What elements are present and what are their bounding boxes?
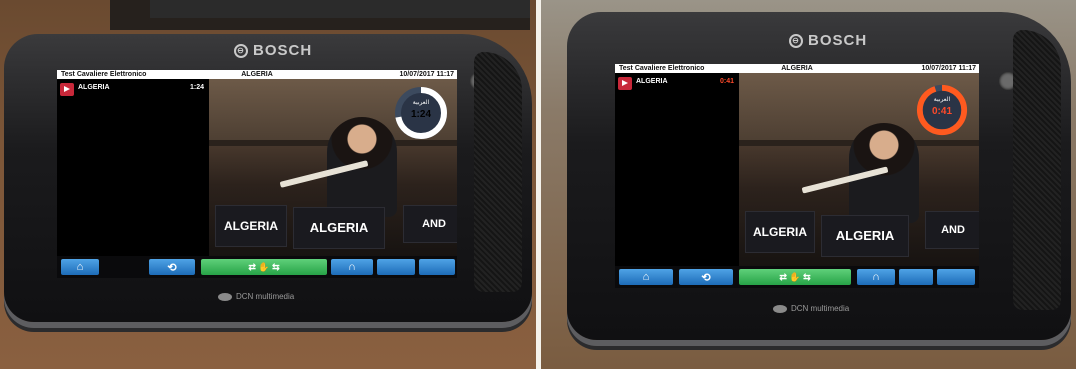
product-text: DCN multimedia <box>236 292 295 301</box>
speaker-time: 0:41 <box>719 78 734 85</box>
button-bar: ⌂ ⟲ ⇄ ✋ ⇆ ∩ <box>57 256 457 278</box>
dcn-mark-icon <box>773 304 787 313</box>
nameplate: ALGERIA <box>745 211 815 253</box>
brand-text: BOSCH <box>253 42 313 59</box>
headphones-button[interactable]: ∩ <box>857 269 895 285</box>
timer-language: العربية <box>933 97 951 103</box>
blank-button-2[interactable] <box>937 269 975 285</box>
video-feed: ALGERIA ALGERIA AND العربية 1:24 <box>209 79 457 256</box>
brand-text: BOSCH <box>808 32 868 49</box>
video-feed: ALGERIA ALGERIA AND العربية 0:41 <box>739 73 979 266</box>
status-bar: Test Cavaliere Elettronico ALGERIA 10/07… <box>57 70 457 79</box>
touch-screen: Test Cavaliere Elettronico ALGERIA 10/07… <box>57 70 457 278</box>
product-logo: DCN multimedia <box>773 304 849 313</box>
microphone-active-icon <box>60 83 74 96</box>
nameplate: ALGERIA <box>821 215 909 257</box>
timer-time: 1:24 <box>410 109 431 120</box>
nameplate: ALGERIA <box>293 207 385 249</box>
nameplate: AND <box>925 211 979 249</box>
nameplate: AND <box>403 205 457 243</box>
conference-device: ⊖ BOSCH Test Cavaliere Elettronico ALGER… <box>4 34 532 322</box>
headphones-button[interactable]: ∩ <box>331 259 373 275</box>
date-time: 10/07/2017 11:17 <box>921 65 977 72</box>
speaker-name: ALGERIA <box>636 78 668 85</box>
date-time: 10/07/2017 11:17 <box>399 71 455 78</box>
speaker-time: 1:24 <box>189 84 204 91</box>
blank-button-2[interactable] <box>419 259 455 275</box>
blank-button-1[interactable] <box>377 259 415 275</box>
brand-logo: ⊖ BOSCH <box>234 42 312 59</box>
back-button[interactable]: ⟲ <box>679 269 733 285</box>
speaking-timer: العربية 0:41 <box>915 83 969 137</box>
timer-language: العربية <box>412 100 430 106</box>
status-bar: Test Cavaliere Elettronico ALGERIA 10/07… <box>615 64 979 73</box>
speaking-timer: العربية 1:24 <box>393 85 449 141</box>
swap-channel-button[interactable]: ⇄ ✋ ⇆ <box>739 269 851 285</box>
speaker-list: ALGERIA 1:24 <box>57 79 209 256</box>
list-item[interactable]: ALGERIA 1:24 <box>60 83 206 97</box>
bosch-mark-icon: ⊖ <box>234 43 248 58</box>
timer-time: 0:41 <box>931 106 952 117</box>
swap-channel-button[interactable]: ⇄ ✋ ⇆ <box>201 259 327 275</box>
speaker-name: ALGERIA <box>78 84 110 91</box>
list-item[interactable]: ALGERIA 0:41 <box>618 77 736 91</box>
photo-right: ⊖ BOSCH Test Cavaliere Elettronico ALGER… <box>541 0 1076 369</box>
speaker-grille <box>474 52 522 292</box>
home-button[interactable]: ⌂ <box>619 269 673 285</box>
nameplate: ALGERIA <box>215 205 287 247</box>
back-button[interactable]: ⟲ <box>149 259 195 275</box>
touch-screen: Test Cavaliere Elettronico ALGERIA 10/07… <box>615 64 979 288</box>
product-text: DCN multimedia <box>791 304 850 313</box>
microphone-active-icon <box>618 77 632 90</box>
home-button[interactable]: ⌂ <box>61 259 99 275</box>
photo-left: ⊖ BOSCH Test Cavaliere Elettronico ALGER… <box>0 0 536 369</box>
background-cable <box>150 0 530 18</box>
conference-device: ⊖ BOSCH Test Cavaliere Elettronico ALGER… <box>567 12 1071 340</box>
speaker-list: ALGERIA 0:41 <box>615 73 739 266</box>
button-bar: ⌂ ⟲ ⇄ ✋ ⇆ ∩ <box>615 266 979 288</box>
brand-logo: ⊖ BOSCH <box>789 32 867 49</box>
channel-name: ALGERIA <box>241 71 273 78</box>
bosch-mark-icon: ⊖ <box>789 33 803 48</box>
blank-button-1[interactable] <box>899 269 933 285</box>
product-logo: DCN multimedia <box>218 292 294 301</box>
speaker-grille <box>1013 30 1061 310</box>
dcn-mark-icon <box>218 292 232 301</box>
